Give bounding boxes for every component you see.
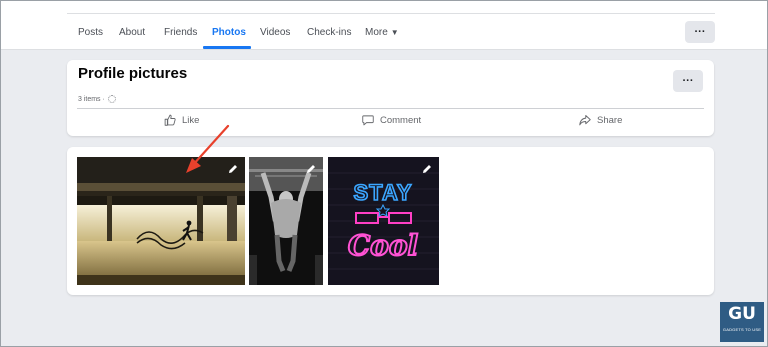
- comment-label: Comment: [380, 114, 422, 126]
- card-divider: [77, 108, 704, 109]
- tab-posts[interactable]: Posts: [78, 27, 103, 38]
- bodybuilder-image: [249, 157, 323, 285]
- tab-videos[interactable]: Videos: [260, 27, 290, 38]
- pencil-icon[interactable]: [421, 163, 433, 175]
- pencil-icon[interactable]: [305, 163, 317, 175]
- privacy-icon: [107, 95, 116, 103]
- album-item-count: 3 items ·: [78, 95, 105, 103]
- comment-icon: [362, 115, 374, 126]
- profile-tab-bar: Posts About Friends Photos Videos Check-…: [1, 1, 767, 50]
- album-menu-button[interactable]: ···: [673, 70, 703, 92]
- share-button[interactable]: Share: [579, 114, 622, 126]
- watermark-logo-text: GU: [728, 304, 756, 324]
- nav-divider: [67, 13, 715, 14]
- red-arrow-icon: [186, 124, 230, 173]
- share-label: Share: [597, 114, 623, 126]
- tab-check-ins[interactable]: Check-ins: [307, 27, 351, 38]
- share-icon: [579, 115, 591, 126]
- neon-stay-text: STAY: [353, 180, 412, 205]
- tab-photos[interactable]: Photos: [212, 27, 246, 38]
- gadgets-to-use-logo: GU GADGETS TO USE: [720, 302, 764, 342]
- watermark-caption: GADGETS TO USE: [722, 327, 762, 332]
- neon-cool-text: Cool: [348, 229, 418, 262]
- thumbs-up-icon: [164, 114, 176, 126]
- photo-thumbnail-2[interactable]: [249, 157, 323, 285]
- comment-button[interactable]: Comment: [362, 114, 421, 126]
- album-header-card: Profile pictures 3 items · ··· Like Comm…: [67, 60, 714, 136]
- tab-more-label: More: [365, 27, 388, 38]
- active-tab-indicator: [203, 46, 251, 49]
- tab-more[interactable]: More ▼: [365, 27, 399, 38]
- chevron-down-icon: ▼: [390, 28, 399, 37]
- photo-thumbnail-3[interactable]: STAY Cool: [328, 157, 439, 285]
- tab-about[interactable]: About: [119, 27, 145, 38]
- tab-friends[interactable]: Friends: [164, 27, 197, 38]
- photos-grid-card: STAY Cool: [67, 147, 714, 295]
- profile-menu-button[interactable]: ···: [685, 21, 715, 43]
- stay-cool-neon-image: STAY Cool: [328, 157, 439, 285]
- album-meta: 3 items ·: [78, 95, 116, 103]
- album-title: Profile pictures: [78, 65, 188, 82]
